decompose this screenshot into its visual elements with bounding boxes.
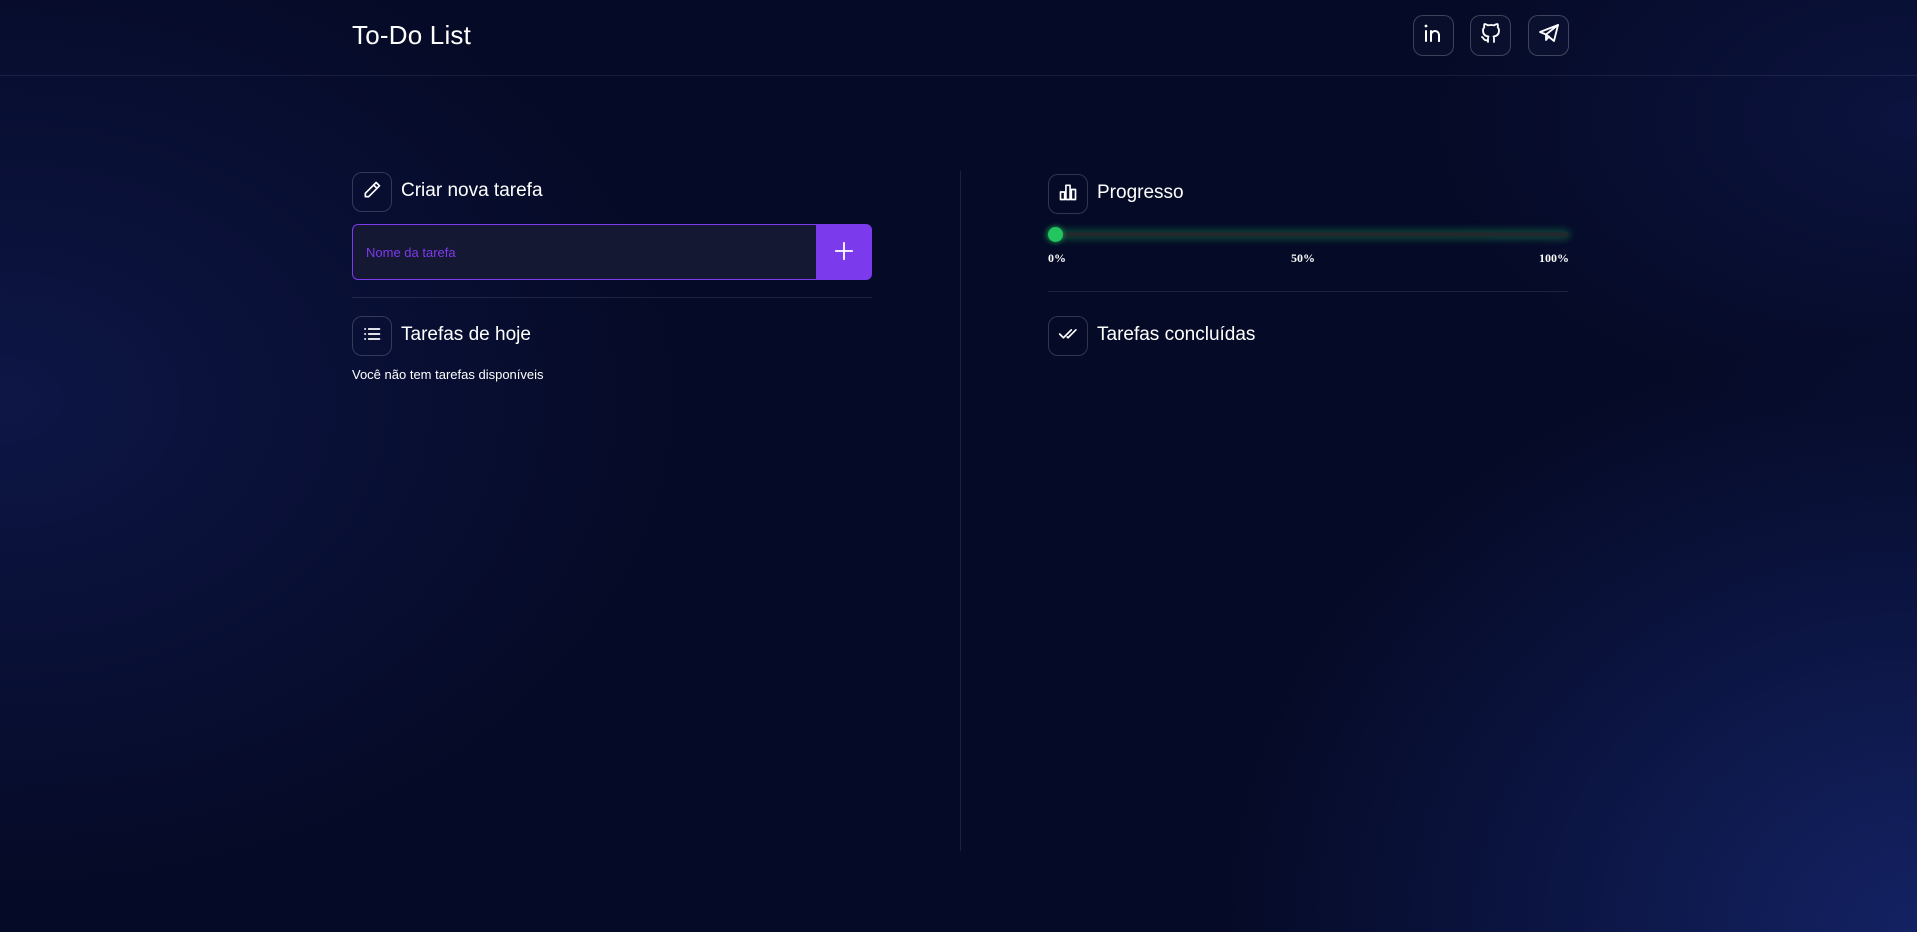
github-link[interactable] (1470, 15, 1511, 56)
plus-icon (833, 240, 855, 265)
completed-tasks-icon-box (1048, 316, 1088, 356)
create-task-icon-box (352, 172, 392, 212)
progress-title: Progresso (1097, 182, 1184, 203)
empty-tasks-message: Você não tem tarefas disponíveis (352, 367, 544, 382)
today-tasks-title: Tarefas de hoje (401, 324, 531, 345)
linkedin-link[interactable] (1413, 15, 1454, 56)
completed-tasks-title: Tarefas concluídas (1097, 324, 1256, 345)
telegram-icon (1537, 21, 1561, 50)
telegram-link[interactable] (1528, 15, 1569, 56)
top-header: To-Do List (0, 0, 1917, 76)
task-name-input[interactable] (352, 224, 816, 280)
progress-icon-box (1048, 174, 1088, 214)
column-divider (960, 171, 961, 851)
right-divider (1048, 291, 1568, 292)
double-check-icon (1058, 324, 1078, 349)
progress-bar (1048, 227, 1568, 242)
progress-knob (1048, 227, 1063, 242)
bar-chart-icon (1058, 182, 1078, 207)
github-icon (1479, 21, 1503, 50)
pencil-icon (362, 180, 382, 205)
progress-tick-100: 100% (1539, 251, 1569, 265)
add-task-button[interactable] (816, 224, 872, 280)
progress-tick-0: 0% (1048, 251, 1066, 265)
create-task-form (352, 224, 872, 280)
create-task-title: Criar nova tarefa (401, 180, 543, 201)
list-icon (362, 324, 382, 349)
app-title: To-Do List (352, 20, 472, 50)
linkedin-icon (1422, 21, 1446, 50)
progress-tick-50: 50% (1291, 251, 1315, 265)
left-divider (352, 297, 872, 298)
today-tasks-icon-box (352, 316, 392, 356)
